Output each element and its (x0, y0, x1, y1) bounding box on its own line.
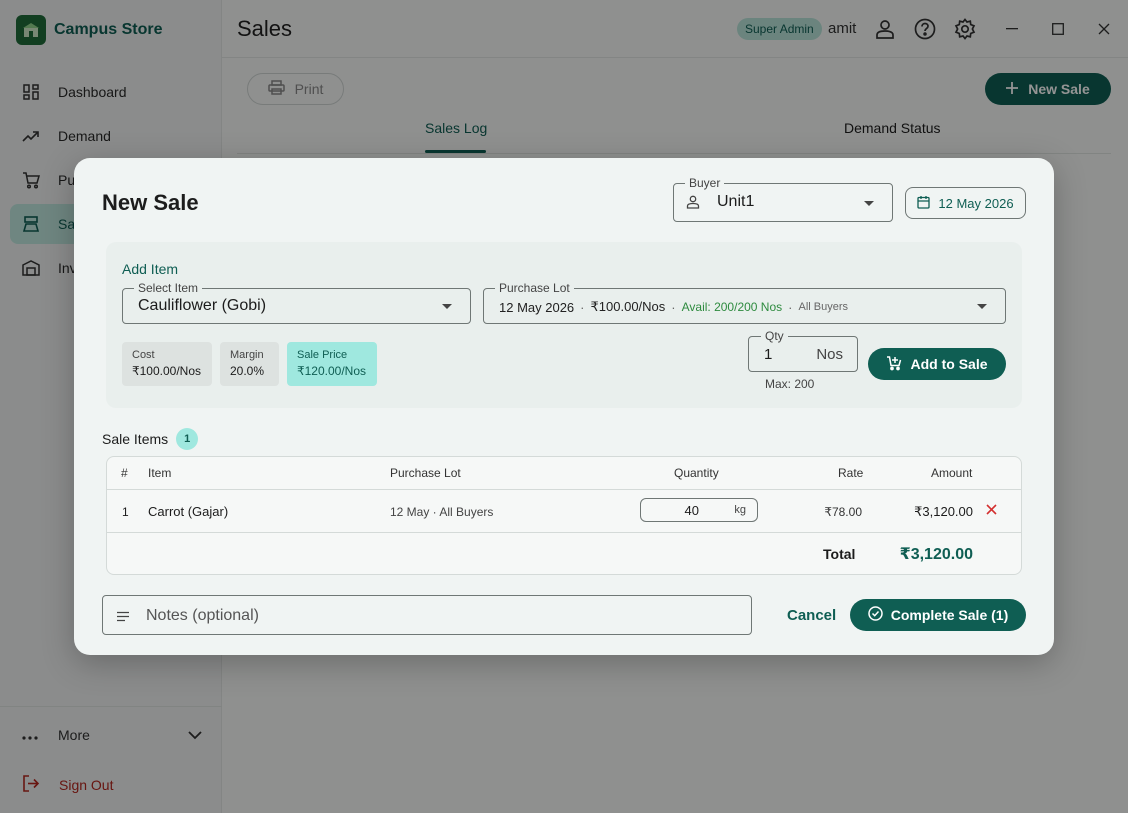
lot-details: 12 May 2026 · ₹100.00/Nos · Avail: 200/2… (499, 299, 848, 315)
row-quantity: 40 (684, 503, 699, 518)
sale-items-header: Sale Items 1 (102, 428, 199, 450)
row-amount: ₹3,120.00 (914, 504, 973, 519)
sale-price-value: ₹120.00/Nos (297, 364, 367, 378)
sale-items-title: Sale Items (102, 431, 169, 447)
qty-max-hint: Max: 200 (765, 377, 815, 391)
lot-buyers: All Buyers (798, 301, 849, 313)
calendar-icon (917, 195, 931, 212)
sale-items-count: 1 (176, 428, 199, 450)
row-item: Carrot (Gajar) (148, 504, 229, 519)
dropdown-arrow-icon (864, 201, 874, 206)
margin-label: Margin (230, 349, 264, 361)
qty-label: Qty (761, 328, 788, 344)
sale-items-table: # Item Purchase Lot Quantity Rate Amount… (106, 456, 1022, 575)
add-cart-icon (886, 355, 902, 374)
lot-price: ₹100.00/Nos (590, 299, 666, 314)
row-unit: kg (734, 504, 746, 516)
date-picker[interactable]: 12 May 2026 (905, 187, 1026, 219)
lot-date: 12 May 2026 (499, 299, 575, 315)
sale-date: 12 May 2026 (938, 195, 1014, 211)
separator-dot: · (788, 299, 793, 315)
add-to-sale-label: Add to Sale (910, 356, 988, 372)
cost-label: Cost (132, 349, 155, 361)
row-index: 1 (122, 505, 129, 519)
cancel-button[interactable]: Cancel (787, 607, 836, 624)
notes-icon (116, 609, 130, 627)
row-lot: 12 May · All Buyers (390, 505, 494, 519)
item-select[interactable]: Select Item Cauliflower (Gobi) (122, 280, 471, 324)
add-item-title: Add Item (122, 261, 179, 277)
total-label: Total (823, 546, 856, 562)
sale-price-label: Sale Price (297, 349, 348, 361)
col-index: # (121, 466, 128, 480)
complete-sale-label: Complete Sale (1) (890, 607, 1009, 623)
person-icon (686, 195, 700, 214)
check-circle-icon (868, 606, 883, 624)
col-purchase-lot: Purchase Lot (390, 466, 461, 480)
cost-chip: Cost ₹100.00/Nos (122, 342, 212, 386)
separator-dot: · (580, 299, 585, 315)
margin-chip: Margin 20.0% (220, 342, 279, 386)
margin-value: 20.0% (230, 364, 265, 378)
total-value: ₹3,120.00 (899, 546, 973, 563)
add-item-panel: Add Item Select Item Cauliflower (Gobi) … (106, 242, 1022, 408)
row-quantity-input[interactable]: 40 kg (640, 498, 758, 522)
buyer-label: Buyer (685, 175, 725, 191)
purchase-lot-label: Purchase Lot (495, 280, 574, 296)
col-amount: Amount (931, 466, 973, 480)
purchase-lot-select[interactable]: Purchase Lot 12 May 2026 · ₹100.00/Nos ·… (483, 280, 1006, 324)
col-quantity: Quantity (674, 466, 719, 480)
col-item: Item (148, 466, 172, 480)
sale-price-chip: Sale Price ₹120.00/Nos (287, 342, 377, 386)
qty-input[interactable]: Qty 1 Nos (748, 328, 858, 372)
notes-placeholder: Notes (optional) (146, 607, 259, 624)
lot-availability: Avail: 200/200 Nos (681, 300, 783, 314)
dropdown-arrow-icon (977, 304, 987, 309)
row-divider (107, 532, 1021, 533)
separator-dot: · (671, 299, 676, 315)
row-rate: ₹78.00 (824, 505, 862, 519)
notes-input[interactable]: Notes (optional) (102, 595, 752, 635)
new-sale-dialog: New Sale Buyer Unit1 12 May 2026 Add Ite… (74, 158, 1054, 655)
dialog-title: New Sale (102, 190, 199, 215)
select-item-label: Select Item (134, 280, 203, 296)
complete-sale-button[interactable]: Complete Sale (1) (850, 599, 1026, 631)
cost-value: ₹100.00/Nos (132, 364, 202, 378)
selected-item: Cauliflower (Gobi) (138, 297, 267, 314)
remove-item-icon[interactable] (983, 501, 999, 517)
buyer-select[interactable]: Buyer Unit1 (673, 175, 893, 222)
col-rate: Rate (838, 466, 864, 480)
buyer-value: Unit1 (717, 193, 755, 210)
header-divider (107, 489, 1021, 490)
add-to-sale-button[interactable]: Add to Sale (868, 348, 1006, 380)
dropdown-arrow-icon (442, 304, 452, 309)
qty-value: 1 (764, 346, 773, 363)
qty-unit: Nos (816, 346, 843, 363)
